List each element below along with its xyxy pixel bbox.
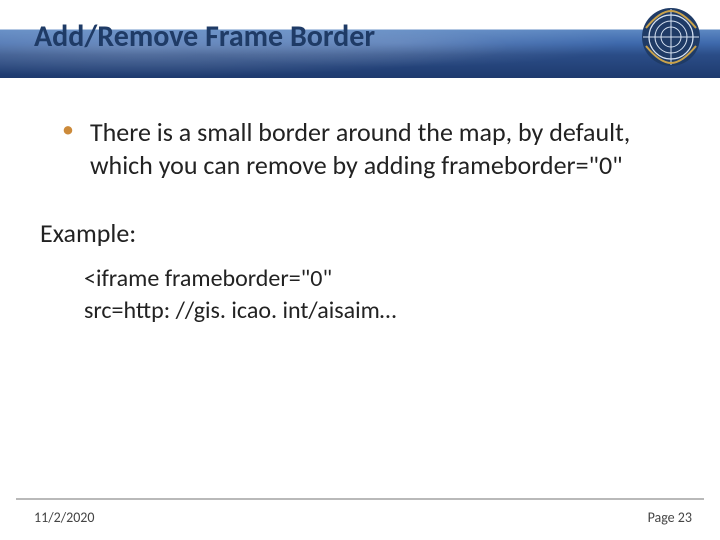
slide-title: Add/Remove Frame Border: [34, 18, 375, 55]
footer-page-number: Page 23: [648, 509, 692, 526]
slide-body: • There is a small border around the map…: [0, 78, 720, 328]
footer-divider: [16, 498, 704, 500]
example-code-line: <iframe frameborder="0": [84, 263, 658, 295]
slide-header: Add/Remove Frame Border: [0, 0, 720, 78]
bullet-text: There is a small border around the map, …: [90, 116, 658, 181]
example-code-line: src=http: //gis. icao. int/aisaim…: [84, 295, 658, 327]
icao-logo-icon: [640, 6, 702, 68]
example-code: <iframe frameborder="0" src=http: //gis.…: [84, 263, 658, 328]
slide-footer: 11/2/2020 Page 23: [0, 480, 720, 540]
footer-date: 11/2/2020: [34, 509, 94, 526]
example-label: Example:: [40, 217, 658, 249]
bullet-marker-icon: •: [62, 116, 74, 145]
bullet-item: • There is a small border around the map…: [62, 116, 658, 181]
